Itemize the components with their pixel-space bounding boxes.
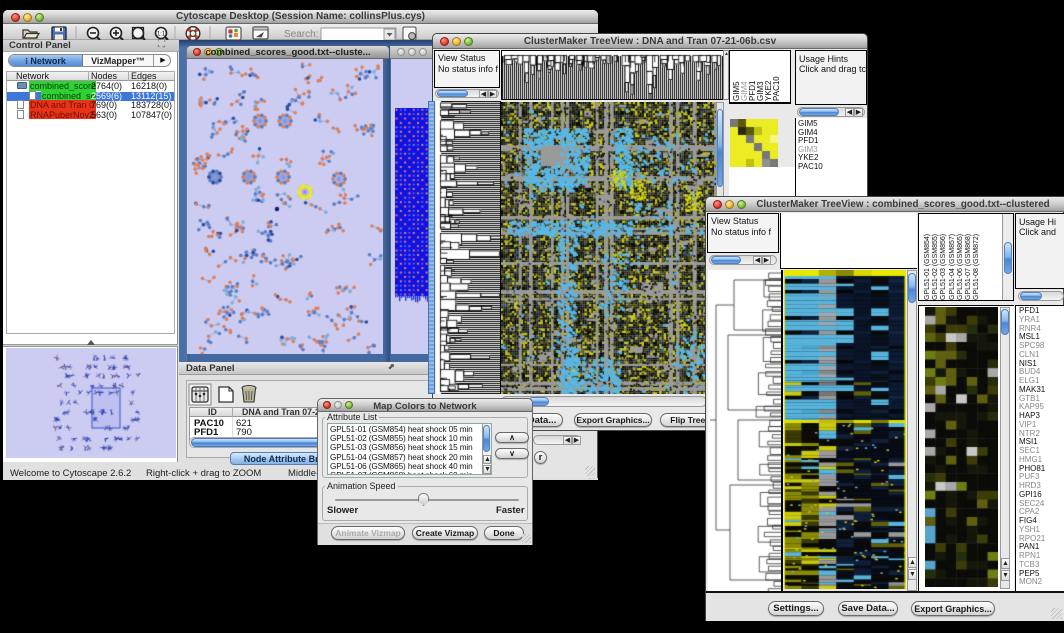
svg-text:1:1: 1:1 bbox=[157, 32, 166, 38]
svg-text:Search:: Search: bbox=[284, 29, 318, 40]
